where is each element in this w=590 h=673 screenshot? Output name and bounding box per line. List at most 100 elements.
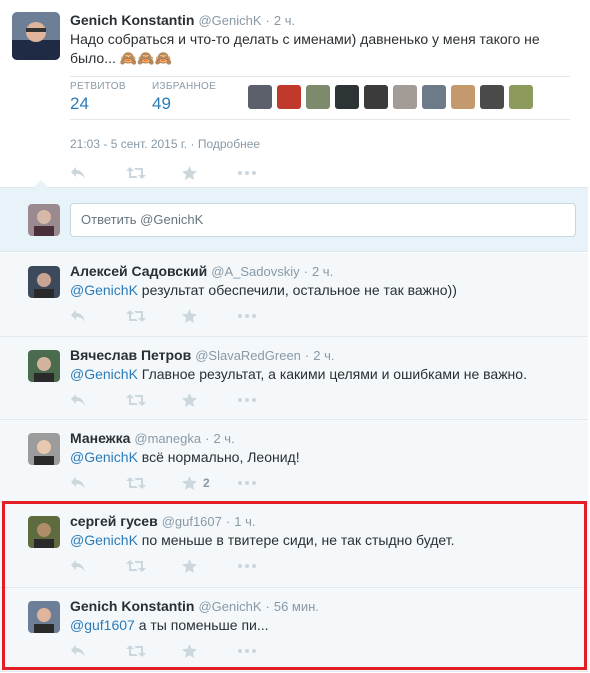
retweet-button[interactable] xyxy=(126,164,182,182)
reply-button[interactable] xyxy=(70,557,126,575)
tweet-text: @guf1607 а ты поменьше пи... xyxy=(70,616,570,635)
author-username[interactable]: @SlavaRedGreen xyxy=(195,348,301,363)
more-button[interactable] xyxy=(238,164,294,182)
avatar[interactable] xyxy=(28,433,60,465)
tweet-body: а ты поменьше пи... xyxy=(134,617,269,633)
tweet-stats: РЕТВИТОВ 24 ИЗБРАННОЕ 49 xyxy=(70,76,570,120)
tweet-text: @GenichK по меньше в твитере сиди, не та… xyxy=(70,531,570,550)
favoriter-avatar[interactable] xyxy=(422,85,446,109)
mention-link[interactable]: @GenichK xyxy=(70,282,138,298)
retweet-icon xyxy=(126,167,146,179)
tweet-meta: 21:03 - 5 сент. 2015 г. · Подробнее xyxy=(70,137,260,151)
reply-button[interactable] xyxy=(70,164,126,182)
author-username[interactable]: @GenichK xyxy=(198,13,261,28)
separator-dot: · xyxy=(303,264,308,279)
retweets-stat[interactable]: РЕТВИТОВ 24 xyxy=(70,81,126,114)
favoriter-avatar[interactable] xyxy=(335,85,359,109)
author-fullname[interactable]: Вячеслав Петров xyxy=(70,347,191,363)
reply-button[interactable] xyxy=(70,307,126,325)
favoriter-avatars xyxy=(248,85,533,109)
retweet-button[interactable] xyxy=(126,307,182,325)
tweet-time[interactable]: 2 ч. xyxy=(274,13,295,28)
tweet-body: результат обеспечили, остальное не так в… xyxy=(137,282,457,298)
reply-tweet[interactable]: сергей гусев @guf1607 · 1 ч. @GenichK по… xyxy=(0,503,588,588)
separator-dot: · xyxy=(265,599,270,614)
reply-tweet[interactable]: Манежка @manegka · 2 ч. @GenichK всё нор… xyxy=(0,420,588,503)
favoriter-avatar[interactable] xyxy=(509,85,533,109)
author-fullname[interactable]: сергей гусев xyxy=(70,513,158,529)
reply-tweet[interactable]: Вячеслав Петров @SlavaRedGreen · 2 ч. @G… xyxy=(0,337,588,420)
mention-link[interactable]: @GenichK xyxy=(70,449,138,465)
details-link[interactable]: Подробнее xyxy=(198,137,260,151)
tweet-text-line: Надо собраться и что-то делать с именами… xyxy=(70,31,540,47)
favorite-count: 2 xyxy=(203,476,210,490)
more-button[interactable] xyxy=(238,391,294,409)
favoriter-avatar[interactable] xyxy=(451,85,475,109)
more-button[interactable] xyxy=(238,642,294,660)
favorite-button[interactable] xyxy=(182,307,238,325)
mention-link[interactable]: @guf1607 xyxy=(70,617,135,633)
avatar[interactable] xyxy=(28,601,60,633)
favorite-button[interactable] xyxy=(182,557,238,575)
more-button[interactable] xyxy=(238,307,294,325)
reply-input-text: Ответить @GenichK xyxy=(81,212,204,227)
retweet-button[interactable] xyxy=(126,474,182,492)
tweet-actions xyxy=(70,642,294,660)
avatar[interactable] xyxy=(28,350,60,382)
tweet-time[interactable]: 2 ч. xyxy=(213,431,234,446)
more-dots-icon xyxy=(238,649,256,653)
reply-button[interactable] xyxy=(70,474,126,492)
tweet-time[interactable]: 2 ч. xyxy=(312,264,333,279)
author-fullname[interactable]: Манежка xyxy=(70,430,130,446)
reply-composer: Ответить @GenichK xyxy=(0,180,588,252)
reply-arrow-icon xyxy=(71,310,85,322)
author-username[interactable]: @A_Sadovskiy xyxy=(211,264,299,279)
favorite-button[interactable] xyxy=(182,642,238,660)
favoriter-avatar[interactable] xyxy=(480,85,504,109)
author-fullname[interactable]: Genich Konstantin xyxy=(70,12,194,28)
more-button[interactable] xyxy=(238,557,294,575)
retweet-button[interactable] xyxy=(126,557,182,575)
retweet-button[interactable] xyxy=(126,642,182,660)
favorite-button[interactable] xyxy=(182,391,238,409)
tweet-actions xyxy=(70,557,294,575)
author-username[interactable]: @manegka xyxy=(134,431,201,446)
favoriter-avatar[interactable] xyxy=(364,85,388,109)
tweet-time[interactable]: 2 ч. xyxy=(313,348,334,363)
avatar[interactable] xyxy=(28,516,60,548)
mention-link[interactable]: @GenichK xyxy=(70,532,138,548)
favoriter-avatar[interactable] xyxy=(393,85,417,109)
author-username[interactable]: @guf1607 xyxy=(162,514,222,529)
more-button[interactable] xyxy=(238,474,294,492)
reply-button[interactable] xyxy=(70,391,126,409)
mention-link[interactable]: @GenichK xyxy=(70,366,138,382)
tweet-time[interactable]: 56 мин. xyxy=(274,599,319,614)
reply-input[interactable]: Ответить @GenichK xyxy=(70,203,576,237)
favoriter-avatar[interactable] xyxy=(306,85,330,109)
reply-arrow-icon xyxy=(71,645,85,657)
separator-dot: · xyxy=(304,348,310,363)
reply-button[interactable] xyxy=(70,642,126,660)
tweet-body: по меньше в твитере сиди, не так стыдно … xyxy=(137,532,455,548)
author-fullname[interactable]: Genich Konstantin xyxy=(70,598,194,614)
favorite-button[interactable] xyxy=(182,164,238,182)
tweet-time[interactable]: 1 ч. xyxy=(234,514,255,529)
more-dots-icon xyxy=(238,314,256,318)
favorites-stat[interactable]: ИЗБРАННОЕ 49 xyxy=(152,81,216,114)
retweet-button[interactable] xyxy=(126,391,182,409)
favorite-button[interactable]: 2 xyxy=(182,474,238,492)
favoriter-avatar[interactable] xyxy=(248,85,272,109)
more-dots-icon xyxy=(238,564,256,568)
reply-arrow-icon xyxy=(71,167,85,179)
avatar[interactable] xyxy=(28,266,60,298)
star-icon xyxy=(182,476,197,490)
reply-tweet[interactable]: Алексей Садовский @A_Sadovskiy · 2 ч. @G… xyxy=(0,253,588,337)
avatar[interactable] xyxy=(12,12,60,60)
favoriter-avatar[interactable] xyxy=(277,85,301,109)
author-username[interactable]: @GenichK xyxy=(198,599,261,614)
author-fullname[interactable]: Алексей Садовский xyxy=(70,263,207,279)
retweet-icon xyxy=(126,310,146,322)
star-icon xyxy=(182,166,197,180)
reply-tweet[interactable]: Genich Konstantin @GenichK · 56 мин. @gu… xyxy=(0,588,588,672)
tweet-timestamp[interactable]: 21:03 - 5 сент. 2015 г. xyxy=(70,137,187,151)
